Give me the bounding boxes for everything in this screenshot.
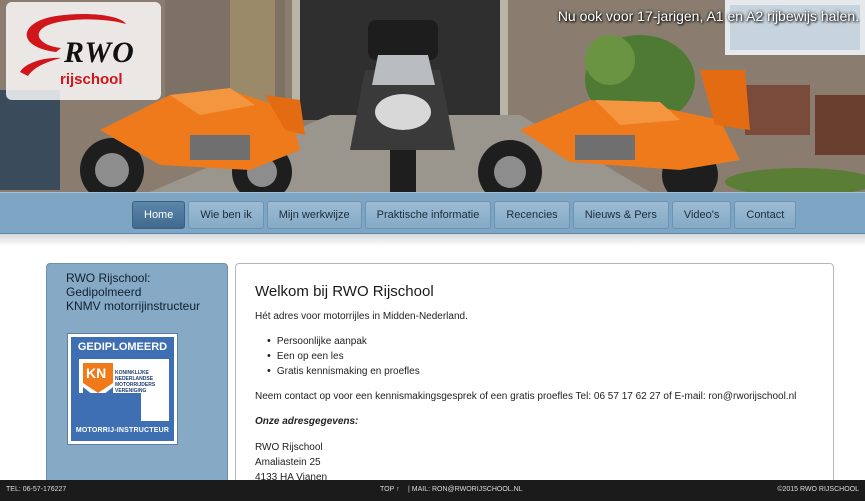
page-title: Welkom bij RWO Rijschool — [255, 283, 434, 300]
sidebar-line: RWO Rijschool: — [66, 271, 151, 285]
list-item: Persoonlijke aanpak — [267, 334, 420, 349]
address-heading: Onze adresgegevens: — [255, 416, 359, 427]
sidebar-line: Gedipolmeerd — [66, 285, 142, 299]
list-item: Gratis kennismaking en proefles — [267, 364, 420, 379]
logo-brand-text: RWO — [64, 36, 135, 69]
footer-copyright: ©2015 RWO RIJSCHOOL — [777, 486, 859, 493]
list-item: Een op een les — [267, 349, 420, 364]
sidebar-intro: RWO Rijschool: Gedipolmeerd KNMV motorri… — [66, 271, 226, 313]
footer: TEL: 06-57-176227 TOP ↑ | MAIL: RON@RWOR… — [0, 480, 865, 501]
badge-letters: KN — [86, 365, 106, 381]
header-banner: RWO rijschool Nu ook voor 17-jarigen, A1… — [0, 0, 865, 192]
rwo-logo[interactable]: RWO rijschool — [6, 2, 161, 100]
address-block: RWO Rijschool Amaliastein 25 4133 HA Via… — [255, 440, 327, 485]
address-line: Amaliastein 25 — [255, 457, 321, 468]
address-line: RWO Rijschool — [255, 442, 323, 453]
main-menu: Home Wie ben ik Mijn werkwijze Praktisch… — [132, 201, 799, 229]
nav-contact[interactable]: Contact — [734, 201, 797, 229]
nav-shadow-divider — [0, 234, 865, 246]
nav-mijn-werkwijze[interactable]: Mijn werkwijze — [266, 201, 362, 229]
main-navigation-bar: Home Wie ben ik Mijn werkwijze Praktisch… — [0, 192, 865, 234]
badge-top-label: GEDIPLOMEERD — [77, 341, 168, 353]
nav-wie-ben-ik[interactable]: Wie ben ik — [188, 201, 264, 229]
badge-panel: GEDIPLOMEERD KN KONINKLIJKE NEDERLANDSE … — [71, 337, 174, 441]
knmv-certification-badge: GEDIPLOMEERD KN KONINKLIJKE NEDERLANDSE … — [67, 333, 178, 445]
nav-videos[interactable]: Video's — [671, 201, 732, 229]
nav-praktische-informatie[interactable]: Praktische informatie — [364, 201, 492, 229]
footer-mail-link[interactable]: | MAIL: RON@RWORIJSCHOOL.NL — [408, 486, 523, 493]
sidebar: RWO Rijschool: Gedipolmeerd KNMV motorri… — [46, 263, 228, 501]
badge-bottom-label: MOTORRIJ-INSTRUCTEUR — [75, 427, 170, 434]
footer-phone: TEL: 06-57-176227 — [6, 486, 67, 493]
main-content: Welkom bij RWO Rijschool Hét adres voor … — [235, 263, 834, 501]
nav-home[interactable]: Home — [132, 201, 186, 229]
back-to-top-link[interactable]: TOP ↑ — [380, 486, 400, 493]
contact-text: Neem contact op voor een kennismakingsge… — [255, 391, 797, 402]
logo-sub-text: rijschool — [60, 71, 123, 88]
nav-recencies[interactable]: Recencies — [494, 201, 570, 229]
benefits-list: Persoonlijke aanpak Een op een les Grati… — [267, 334, 420, 379]
intro-text: Hét adres voor motorrijles in Midden-Ned… — [255, 311, 468, 322]
sidebar-line: KNMV motorrijinstructeur — [66, 299, 201, 313]
nav-nieuws-pers[interactable]: Nieuws & Pers — [572, 201, 669, 229]
header-tagline: Nu ook voor 17-jarigen, A1 en A2 rijbewi… — [557, 8, 859, 24]
badge-organisation: KONINKLIJKE NEDERLANDSE MOTORRIJDERS VER… — [115, 370, 156, 394]
